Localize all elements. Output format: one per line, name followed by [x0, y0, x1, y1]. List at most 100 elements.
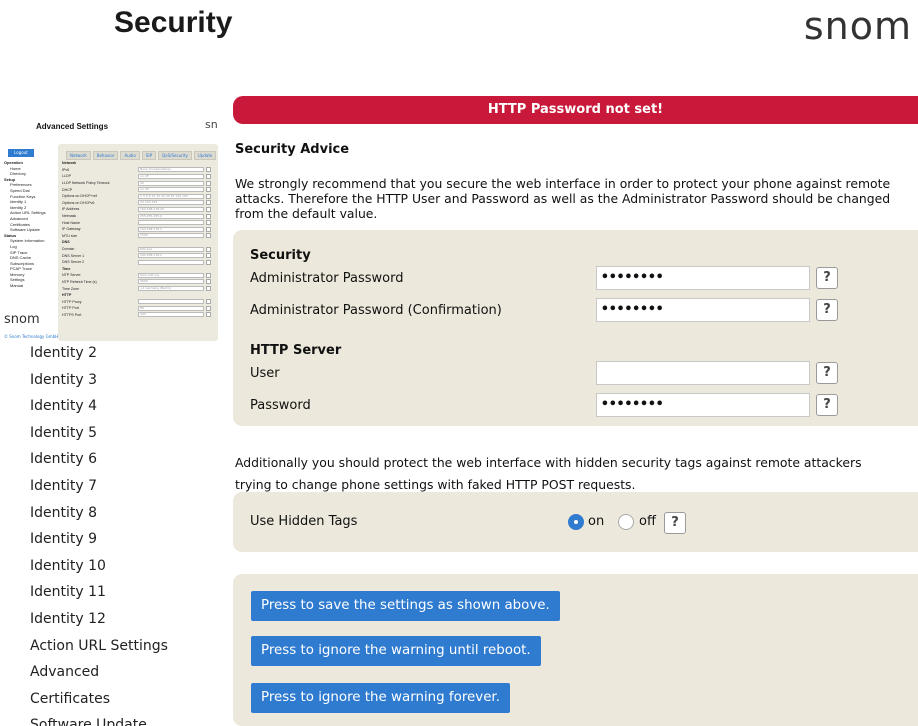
thumbnail-row-value: +1 Germany (Berlin) [138, 286, 204, 292]
snom-logo: snom [803, 4, 912, 48]
thumbnail-row-value: on off [138, 187, 204, 193]
thumbnail-row-label: IP Address [62, 207, 80, 212]
thumbnail-row-value: 192.168.178.1 [138, 226, 204, 232]
hidden-tags-help-button[interactable]: ? [664, 512, 686, 534]
security-heading: Security [250, 248, 311, 263]
thumbnail-row: Options on DHCPv6 23 100 135 [62, 200, 214, 207]
sidebar-item[interactable]: Identity 12 [30, 608, 168, 635]
thumbnail-brand: snom [4, 312, 40, 327]
sidebar-item[interactable]: Identity 10 [30, 555, 168, 582]
http-user-help-button[interactable]: ? [816, 362, 838, 384]
sidebar-item[interactable]: Identity 3 [30, 369, 168, 396]
sidebar-item[interactable]: Identity 8 [30, 502, 168, 529]
warning-banner: HTTP Password not set! [233, 96, 918, 124]
thumbnail-row: DHCP on off [62, 186, 214, 193]
thumbnail-row: IPv6 None (Conservative) [62, 167, 214, 174]
thumbnail-row: HTTP [62, 292, 214, 299]
http-server-heading: HTTP Server [250, 343, 342, 358]
http-user-field[interactable] [596, 361, 810, 385]
thumbnail-help-icon [206, 167, 211, 173]
thumbnail-help-icon [206, 305, 211, 311]
thumbnail-row: LLDP on off [62, 173, 214, 180]
thumbnail-row-value: 443 [138, 312, 204, 318]
thumbnail-row-value: 1 3 4 6 12 15 42 43 55 120 125 [138, 193, 204, 199]
thumbnail-row-label: DNS [62, 240, 70, 245]
thumbnail-row-label: NTP Server [62, 273, 81, 278]
thumbnail-tab: Audio [120, 151, 140, 160]
sidebar-item[interactable]: Identity 2 [30, 342, 168, 369]
admin-password-confirm-field[interactable]: •••••••• [596, 298, 810, 322]
thumbnail-row: Network [62, 160, 214, 167]
sidebar-item[interactable]: Software Update [30, 714, 168, 726]
thumbnail-row-label: Host Name [62, 220, 80, 225]
thumbnail-row-value: 255.255.255.0 [138, 213, 204, 219]
http-password-label: Password [250, 398, 311, 413]
http-password-field[interactable]: •••••••• [596, 393, 810, 417]
thumbnail-row-label: Network [62, 161, 77, 166]
thumbnail-help-icon [206, 200, 211, 206]
sidebar-item[interactable]: Advanced [30, 661, 168, 688]
hidden-tags-on-label: on [588, 514, 605, 529]
hidden-tags-on-radio[interactable] [568, 514, 584, 530]
admin-password-help-button[interactable]: ? [816, 267, 838, 289]
thumbnail-row-label: Options on DHCPv6 [62, 200, 95, 205]
security-advice-text: We strongly recommend that you secure th… [235, 176, 891, 221]
sidebar-item[interactable]: Action URL Settings [30, 635, 168, 662]
thumbnail-row-value [138, 259, 204, 265]
thumbnail-title: Advanced Settings [36, 122, 109, 131]
thumbnail-row-label: HTTP Proxy [62, 299, 82, 304]
thumbnail-row-label: IP Gateway [62, 227, 81, 232]
thumbnail-nav-item: Manual [10, 283, 24, 289]
thumbnail-row-label: HTTP [62, 293, 72, 298]
settings-thumbnail: Advanced Settings sn Logout Operation Hom… [0, 113, 222, 341]
ignore-forever-button[interactable]: Press to ignore the warning forever. [251, 683, 510, 713]
thumbnail-help-icon [206, 279, 211, 285]
thumbnail-row-label: HTTP Port [62, 306, 79, 311]
sidebar-item[interactable]: Identity 7 [30, 475, 168, 502]
thumbnail-row: Host Name [62, 219, 214, 226]
thumbnail-row: Netmask 255.255.255.0 [62, 213, 214, 220]
thumbnail-row-label: DHCP [62, 187, 73, 192]
http-password-help-button[interactable]: ? [816, 394, 838, 416]
sidebar-item[interactable]: Certificates [30, 688, 168, 715]
thumbnail-help-icon [206, 206, 211, 212]
thumbnail-row: NTP Refresh Time (s) 3600 [62, 279, 214, 286]
thumbnail-help-icon [206, 312, 211, 318]
sidebar-item[interactable]: Identity 6 [30, 448, 168, 475]
sidebar-item[interactable]: Identity 4 [30, 395, 168, 422]
thumbnail-help-icon [206, 246, 211, 252]
thumbnail-row-value [138, 220, 204, 226]
thumbnail-help-icon [206, 173, 211, 179]
ignore-until-reboot-button[interactable]: Press to ignore the warning until reboot… [251, 636, 541, 666]
admin-password-label: Administrator Password [250, 271, 404, 286]
thumbnail-row-label: LLDP Network Policy Timeout [62, 181, 110, 186]
sidebar-item[interactable]: Identity 9 [30, 528, 168, 555]
thumbnail-help-icon [206, 180, 211, 186]
thumbnail-row: Options on DHCP+ref 1 3 4 6 12 15 42 43 5… [62, 193, 214, 200]
thumbnail-rows: Network IPv6 None (Conservative) LLDP on off… [62, 160, 214, 318]
thumbnail-logout-button: Logout [8, 149, 34, 157]
thumbnail-help-icon [206, 233, 211, 239]
sidebar-item[interactable]: Identity 11 [30, 581, 168, 608]
http-user-label: User [250, 366, 280, 381]
thumbnail-row: IP Address 192.168.178.20 [62, 206, 214, 213]
thumbnail-help-icon [206, 220, 211, 226]
thumbnail-row: IP Gateway 192.168.178.1 [62, 226, 214, 233]
thumbnail-nav: Operation Home Directory Setup Preferences Sp… [4, 160, 56, 289]
thumbnail-row-value: 192.168.178.20 [138, 206, 204, 212]
admin-password-field[interactable]: •••••••• [596, 266, 810, 290]
page-title: Security [114, 6, 233, 39]
hidden-tags-off-radio[interactable] [618, 514, 634, 530]
save-settings-button[interactable]: Press to save the settings as shown abov… [251, 591, 560, 621]
thumbnail-tab: SIP [141, 151, 156, 160]
sidebar-item[interactable]: Identity 5 [30, 422, 168, 449]
sidebar-nav: Identity 2 Identity 3 Identity 4 Identity 5… [30, 342, 168, 726]
thumbnail-row-value [138, 299, 204, 305]
thumbnail-row-label: HTTPS Port [62, 312, 82, 317]
thumbnail-help-icon [206, 286, 211, 292]
thumbnail-row-value: 30 [138, 180, 204, 186]
admin-password-confirm-help-button[interactable]: ? [816, 299, 838, 321]
thumbnail-row-label: Options on DHCP+ref [62, 194, 97, 199]
thumbnail-tab: Behavior [92, 151, 119, 160]
hidden-tags-off-label: off [639, 514, 656, 529]
